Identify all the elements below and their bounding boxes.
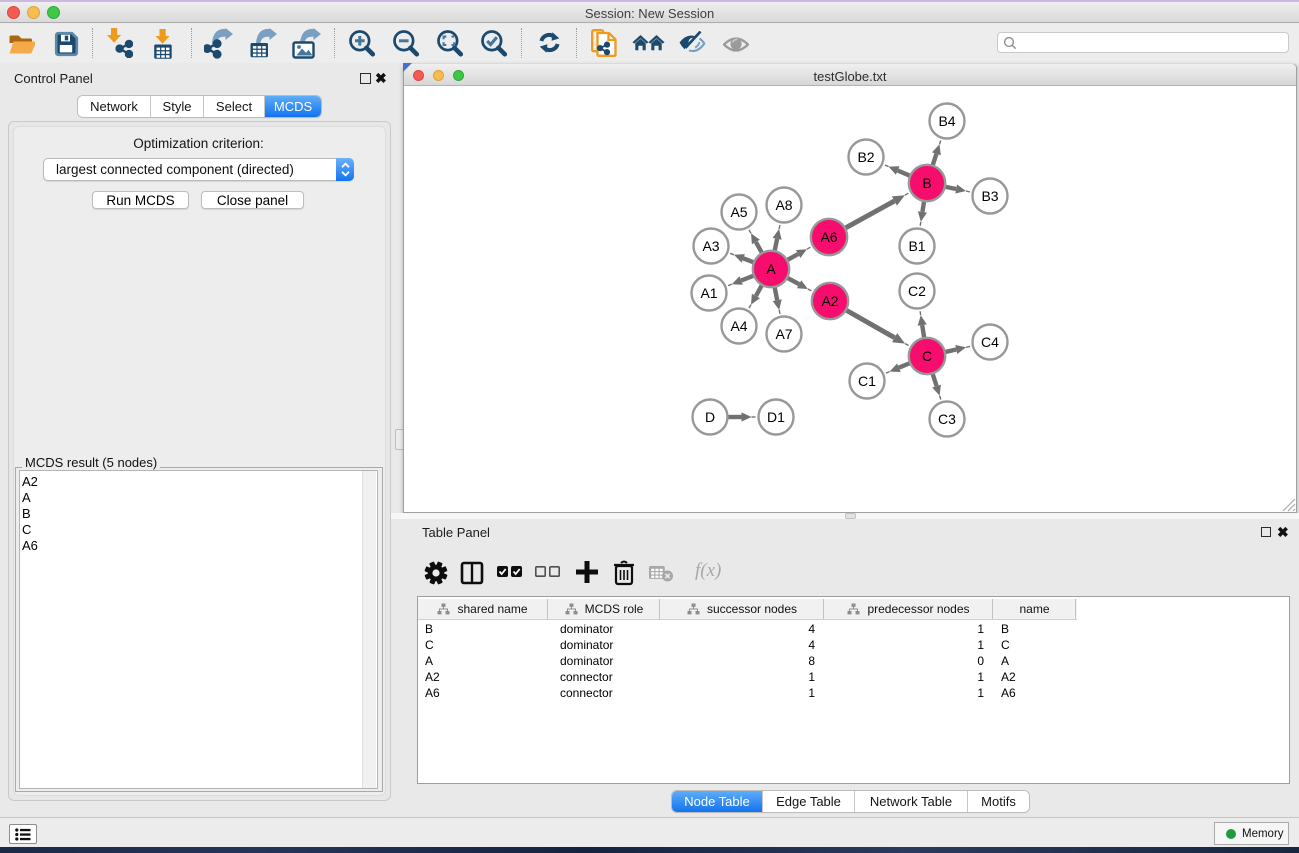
svg-text:A5: A5 (730, 204, 747, 220)
svg-text:A7: A7 (775, 326, 792, 342)
svg-text:C3: C3 (938, 411, 956, 427)
svg-text:C4: C4 (981, 334, 999, 350)
svg-text:B: B (922, 175, 931, 191)
svg-text:B3: B3 (981, 188, 998, 204)
svg-text:A2: A2 (821, 293, 838, 309)
svg-text:C1: C1 (858, 373, 876, 389)
svg-text:A3: A3 (702, 238, 719, 254)
svg-text:B2: B2 (857, 149, 874, 165)
svg-text:A1: A1 (700, 285, 717, 301)
svg-text:A4: A4 (730, 318, 747, 334)
svg-text:A8: A8 (775, 197, 792, 213)
svg-text:C: C (922, 348, 932, 364)
svg-text:A: A (766, 261, 776, 277)
svg-text:B1: B1 (908, 238, 925, 254)
svg-text:B4: B4 (938, 113, 955, 129)
svg-text:A6: A6 (820, 229, 837, 245)
svg-text:D1: D1 (767, 409, 785, 425)
svg-text:D: D (705, 409, 715, 425)
svg-text:C2: C2 (908, 283, 926, 299)
